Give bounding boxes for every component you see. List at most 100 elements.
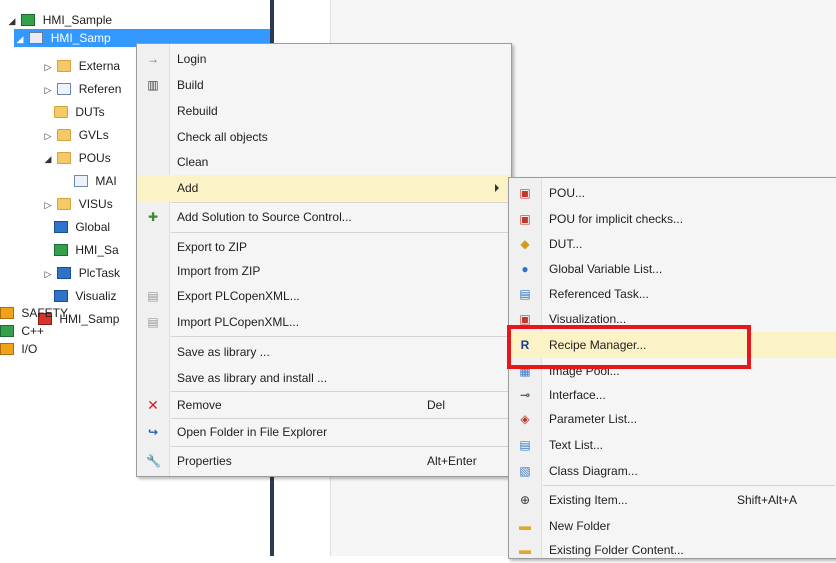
collapse-icon[interactable]: ◢ <box>14 30 26 48</box>
tree-item-label: SAFETY <box>21 306 69 320</box>
menu-item-build[interactable]: ▥ Build <box>137 72 511 98</box>
menu-item-export-plcopenxml[interactable]: ▤ Export PLCopenXML... <box>137 283 511 309</box>
folder-icon <box>57 60 72 72</box>
tree-item-pous[interactable]: ◢ POUs <box>42 149 111 167</box>
submenu-item-text-list[interactable]: ▤ Text List... <box>509 432 836 458</box>
submenu-item-new-folder[interactable]: ▬ New Folder <box>509 513 836 539</box>
pou-icon: ▣ <box>519 186 531 200</box>
plc-app-icon <box>29 32 44 44</box>
tree-item-label: HMI_Samp <box>59 312 120 326</box>
cpp-icon <box>0 325 14 337</box>
open-folder-arrow-icon: ↪ <box>147 425 159 439</box>
plc-task-icon <box>57 267 72 279</box>
menu-item-save-as-library[interactable]: Save as library ... <box>137 339 511 365</box>
globe-icon: ● <box>521 262 529 276</box>
menu-item-properties[interactable]: 🔧 Properties Alt+Enter <box>137 448 511 474</box>
text-list-icon: ▤ <box>519 438 531 452</box>
task-icon: ▤ <box>519 287 531 301</box>
tree-item-label: HMI_Samp <box>50 31 111 45</box>
tree-item-label: I/O <box>21 342 38 356</box>
expand-icon[interactable]: ▷ <box>42 58 54 76</box>
menu-item-check-all-objects[interactable]: Check all objects <box>137 124 511 150</box>
io-icon <box>0 343 14 355</box>
submenu-item-dut[interactable]: ◆ DUT... <box>509 231 836 257</box>
menu-item-add[interactable]: Add <box>137 175 511 201</box>
submenu-item-pou[interactable]: ▣ POU... <box>509 180 836 206</box>
submenu-item-gvl[interactable]: ● Global Variable List... <box>509 256 836 282</box>
menu-item-import-plcopenxml[interactable]: ▤ Import PLCopenXML... <box>137 309 511 335</box>
tree-item-hmi-sa[interactable]: HMI_Sa <box>54 241 119 259</box>
remove-x-icon: ✕ <box>147 397 159 413</box>
tree-item-global[interactable]: Global <box>54 218 110 236</box>
submenu-item-class-diagram[interactable]: ▧ Class Diagram... <box>509 458 836 484</box>
menu-item-rebuild[interactable]: Rebuild <box>137 98 511 124</box>
menu-separator <box>171 232 509 233</box>
tree-item-label: Global <box>75 220 111 234</box>
tree-item-gvls[interactable]: ▷ GVLs <box>42 126 109 144</box>
source-control-icon: ✚ <box>147 210 159 224</box>
tree-item-safety[interactable]: SAFETY <box>0 304 68 322</box>
tree-item-label: GVLs <box>78 128 109 142</box>
submenu-item-referenced-task[interactable]: ▤ Referenced Task... <box>509 281 836 307</box>
tree-item-label: HMI_Sa <box>75 243 119 257</box>
dut-icon: ◆ <box>520 237 530 251</box>
menu-item-remove[interactable]: ✕ Remove Del <box>137 392 511 418</box>
tree-item-label: POUs <box>78 151 111 165</box>
submenu-item-existing-item[interactable]: ⊕ Existing Item... Shift+Alt+A <box>509 487 836 513</box>
expand-icon[interactable]: ▷ <box>42 196 54 214</box>
folder-icon <box>57 198 72 210</box>
visualization-icon: ▣ <box>519 312 531 326</box>
collapse-icon[interactable]: ◢ <box>6 12 18 30</box>
menu-item-login[interactable]: → Login <box>137 46 511 72</box>
shortcut-label: Alt+Enter <box>427 454 477 468</box>
tree-item-visus[interactable]: ▷ VISUs <box>42 195 113 213</box>
tree-item-label: VISUs <box>78 197 113 211</box>
safety-icon <box>0 307 14 319</box>
tree-item-visualiz[interactable]: Visualiz <box>54 287 116 305</box>
expand-icon[interactable]: ▷ <box>42 265 54 283</box>
tree-item-label: PlcTask <box>78 266 121 280</box>
submenu-item-interface[interactable]: ⊸ Interface... <box>509 382 836 408</box>
expand-icon[interactable]: ▷ <box>42 127 54 145</box>
collapse-icon[interactable]: ◢ <box>42 150 54 168</box>
shortcut-label: Del <box>427 398 446 412</box>
pou-checks-icon: ▣ <box>519 212 531 226</box>
submenu-item-pou-implicit[interactable]: ▣ POU for implicit checks... <box>509 206 836 232</box>
build-icon: ▥ <box>147 78 159 92</box>
interface-icon: ⊸ <box>519 388 531 402</box>
menu-item-add-solution-source-control[interactable]: ✚ Add Solution to Source Control... <box>137 204 511 230</box>
tree-item-label: DUTs <box>75 105 105 119</box>
menu-separator <box>171 202 509 203</box>
xml-export-icon: ▤ <box>147 289 159 303</box>
submenu-item-parameter-list[interactable]: ◈ Parameter List... <box>509 406 836 432</box>
menu-item-save-library-install[interactable]: Save as library and install ... <box>137 365 511 391</box>
menu-item-import-zip[interactable]: Import from ZIP <box>137 258 511 284</box>
menu-item-export-zip[interactable]: Export to ZIP <box>137 234 511 260</box>
tree-item-duts[interactable]: DUTs <box>54 103 105 121</box>
menu-item-clean[interactable]: Clean <box>137 149 511 175</box>
menu-item-open-folder-explorer[interactable]: ↪ Open Folder in File Explorer <box>137 419 511 445</box>
tree-item-externa[interactable]: ▷ Externa <box>42 57 121 76</box>
shortcut-label: Shift+Alt+A <box>737 493 798 507</box>
expand-icon[interactable]: ▷ <box>42 81 54 99</box>
new-folder-icon: ▬ <box>519 519 531 533</box>
tree-item-root[interactable]: ◢ HMI_Sample <box>6 11 113 30</box>
references-icon <box>57 83 72 95</box>
menu-separator <box>171 446 509 447</box>
xml-import-icon: ▤ <box>147 315 159 329</box>
tree-item-plctask[interactable]: ▷ PlcTask <box>42 264 121 283</box>
visualization-manager-icon <box>54 290 68 302</box>
menu-separator <box>171 336 509 337</box>
plc-project-icon <box>21 14 36 26</box>
existing-item-icon: ⊕ <box>519 493 531 507</box>
tree-item-label: HMI_Sample <box>42 13 113 27</box>
tree-item-references[interactable]: ▷ Referen <box>42 80 122 99</box>
class-diagram-icon: ▧ <box>519 464 531 478</box>
program-icon <box>74 175 88 187</box>
tree-item-cpp[interactable]: C++ <box>0 322 44 340</box>
tree-item-io[interactable]: I/O <box>0 340 37 358</box>
menu-separator <box>543 485 835 486</box>
tree-item-main[interactable]: MAI <box>74 172 117 190</box>
open-folder-icon <box>57 152 72 164</box>
submenu-item-existing-folder-content[interactable]: ▬ Existing Folder Content... <box>509 537 836 563</box>
